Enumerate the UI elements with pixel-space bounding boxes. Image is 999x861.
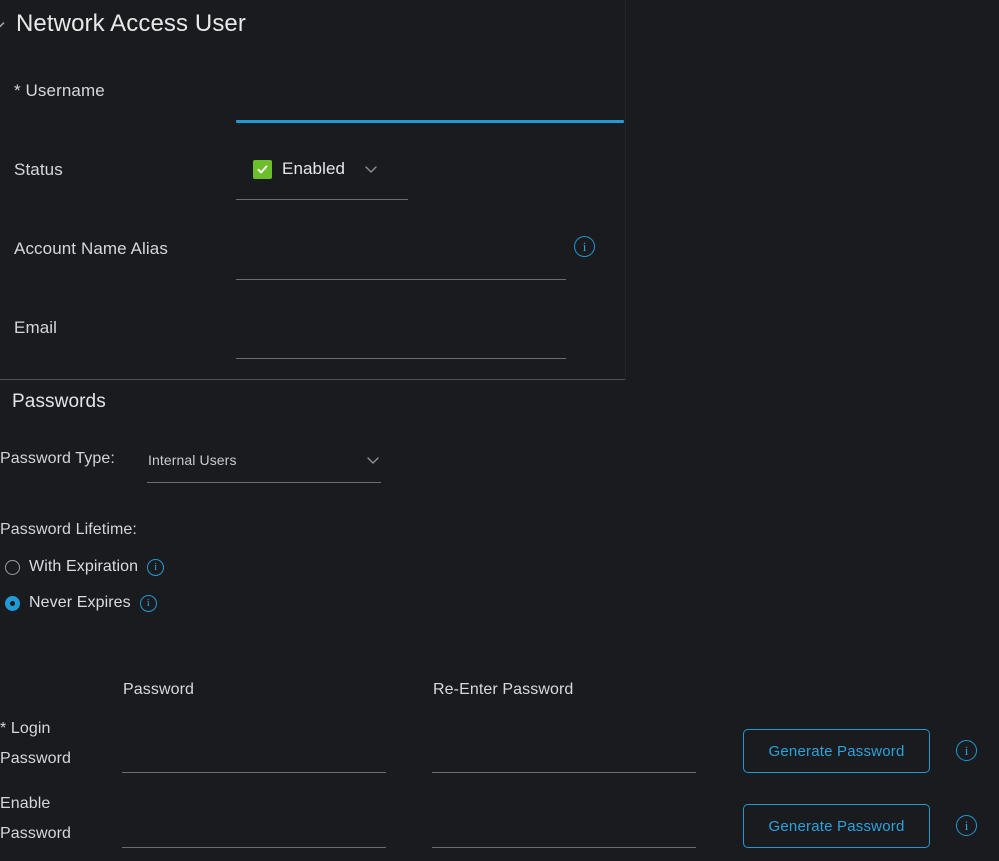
check-icon <box>253 159 272 179</box>
account-name-alias-input[interactable] <box>238 248 564 274</box>
login-password-underline <box>122 772 386 773</box>
account-name-alias-label: Account Name Alias <box>14 239 168 258</box>
radio-never-expires[interactable]: Never Expires i <box>5 594 157 612</box>
username-label: * Username <box>14 81 105 100</box>
info-icon[interactable]: i <box>956 815 977 836</box>
password-type-label: Password Type: <box>0 450 115 467</box>
radio-label-never-expires: Never Expires <box>29 594 131 611</box>
username-input[interactable] <box>238 92 622 118</box>
password-type-value: Internal Users <box>148 452 237 468</box>
passwords-heading: Passwords <box>12 391 106 412</box>
page-title: Network Access User <box>16 10 246 37</box>
status-dropdown[interactable]: Enabled <box>253 159 379 179</box>
radio-button-selected[interactable] <box>5 595 20 611</box>
enable-password-label-line1: Enable <box>0 795 51 812</box>
generate-password-button-enable[interactable]: Generate Password <box>743 804 930 848</box>
info-icon[interactable]: i <box>574 236 595 257</box>
password-type-select[interactable]: Internal Users <box>148 448 381 472</box>
status-label: Status <box>14 160 63 179</box>
email-underline <box>236 358 566 359</box>
login-password-input[interactable] <box>124 745 384 769</box>
login-password-label: * Login Password <box>0 714 71 774</box>
status-underline <box>236 199 408 200</box>
enable-password-reenter-underline <box>432 847 696 848</box>
chevron-down-icon[interactable] <box>365 452 381 468</box>
login-password-reenter-underline <box>432 772 696 773</box>
section-divider <box>0 379 625 380</box>
email-label: Email <box>14 318 58 337</box>
chevron-down-icon[interactable] <box>363 161 379 177</box>
chevron-down-icon[interactable] <box>0 18 6 32</box>
email-input[interactable] <box>238 327 564 353</box>
info-icon[interactable]: i <box>956 740 977 761</box>
status-value: Enabled <box>282 159 346 178</box>
login-password-label-line1: * Login <box>0 720 51 737</box>
enable-password-underline <box>122 847 386 848</box>
password-type-underline <box>147 482 381 483</box>
account-name-alias-underline <box>236 279 566 280</box>
network-access-user-form: Network Access User * Username Status En… <box>0 0 999 861</box>
generate-password-button-login[interactable]: Generate Password <box>743 729 930 773</box>
column-header-reenter-password: Re-Enter Password <box>433 681 574 698</box>
enable-password-label: Enable Password <box>0 789 71 849</box>
login-password-reenter-input[interactable] <box>434 745 694 769</box>
password-lifetime-label: Password Lifetime: <box>0 521 137 538</box>
radio-label-with-expiration: With Expiration <box>29 558 139 575</box>
radio-with-expiration[interactable]: With Expiration i <box>5 558 165 576</box>
username-underline-focused <box>236 120 624 123</box>
enable-password-input[interactable] <box>124 820 384 844</box>
info-icon[interactable]: i <box>139 594 157 612</box>
panel-edge <box>625 0 626 380</box>
column-header-password: Password <box>123 681 195 698</box>
login-password-label-line2: Password <box>0 750 72 767</box>
info-icon[interactable]: i <box>147 558 165 576</box>
section-header[interactable]: Network Access User <box>0 8 246 40</box>
enable-password-reenter-input[interactable] <box>434 820 694 844</box>
enable-password-label-line2: Password <box>0 825 72 842</box>
radio-button-unselected[interactable] <box>5 559 20 575</box>
